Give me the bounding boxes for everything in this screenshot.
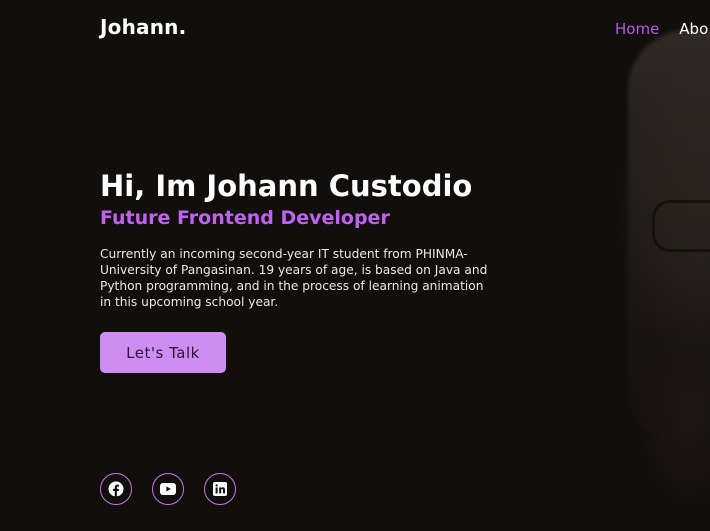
nav-about-link[interactable]: Abo: [679, 20, 708, 38]
site-logo[interactable]: Johann.: [100, 15, 186, 39]
facebook-icon: [108, 481, 124, 497]
top-nav: Home Abo: [615, 20, 708, 38]
hero-title: Hi, Im Johann Custodio: [100, 169, 473, 203]
hero-subtitle: Future Frontend Developer: [100, 207, 390, 229]
page: Johann. Home Abo Hi, Im Johann Custodio …: [0, 0, 710, 531]
linkedin-icon: [213, 482, 227, 496]
nav-home-link[interactable]: Home: [615, 20, 659, 38]
social-links: [100, 473, 236, 505]
facebook-link[interactable]: [100, 473, 132, 505]
youtube-icon: [160, 483, 176, 495]
linkedin-link[interactable]: [204, 473, 236, 505]
hero-description: Currently an incoming second-year IT stu…: [100, 247, 488, 309]
portrait-glasses: [652, 200, 710, 252]
youtube-link[interactable]: [152, 473, 184, 505]
hero-section: Hi, Im Johann Custodio Future Frontend D…: [100, 168, 500, 310]
lets-talk-button[interactable]: Let's Talk: [100, 332, 226, 373]
